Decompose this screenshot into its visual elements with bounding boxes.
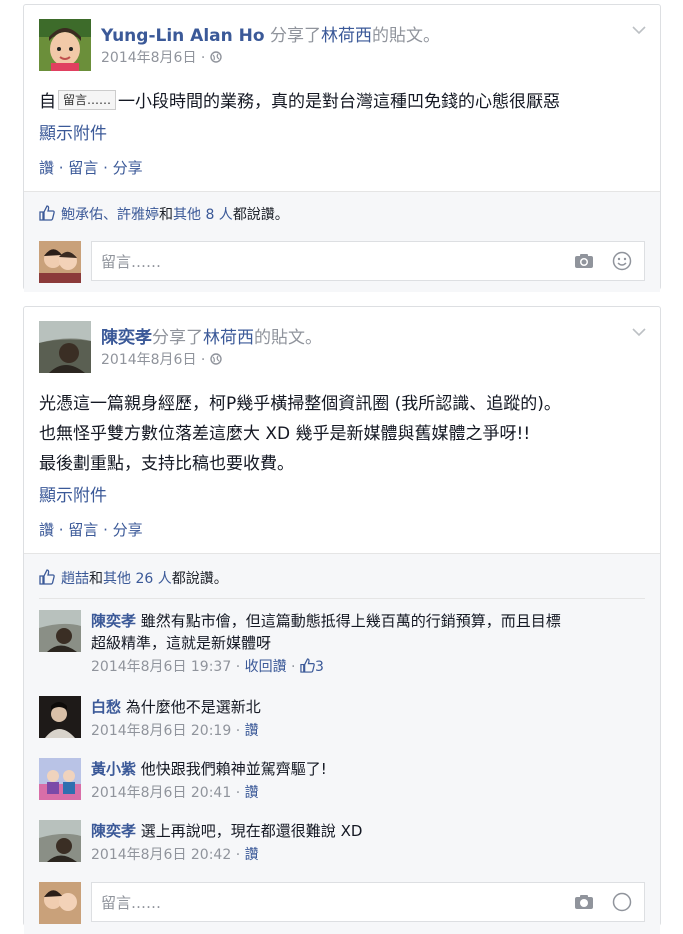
author-avatar[interactable] — [39, 19, 91, 71]
comment-text: 選上再說吧，現在都還很難說 XD — [140, 822, 363, 840]
commenter-name[interactable]: 黃小紫 — [91, 760, 136, 778]
like-link[interactable]: 讚 — [245, 723, 259, 739]
comment-text: 他快跟我們賴神並駕齊驅了! — [140, 760, 327, 778]
post-body-line: 也無怪乎雙方數位落差這麼大 XD 幾乎是新媒體與舊媒體之爭呀!! — [39, 424, 531, 444]
post-body: 自留言…… 一小段時間的業務，真的是對台灣這種凹免錢的心態很厭惡 — [39, 87, 645, 117]
comment: 白愁 為什麼他不是選新北 2014年8月6日 20:19 · 讚 — [91, 696, 630, 742]
likes-suffix: 都說讚。 — [232, 207, 289, 223]
emoji-icon[interactable] — [612, 251, 632, 275]
commenter-name[interactable]: 陳奕孝 — [91, 822, 136, 840]
comment-time[interactable]: 2014年8月6日 20:42 — [91, 847, 231, 863]
shared-suffix: 的貼文。 — [254, 328, 322, 348]
globe-icon — [210, 50, 222, 66]
chevron-down-icon[interactable] — [632, 23, 646, 39]
unlike-link[interactable]: 收回讚 — [245, 659, 287, 675]
likes-names[interactable]: 鮑承佑、許雅婷 — [61, 207, 159, 223]
post-meta: 2014年8月6日 · — [101, 349, 222, 369]
author-avatar[interactable] — [39, 321, 91, 373]
chevron-down-icon[interactable] — [632, 325, 646, 341]
shared-text: 分享了 — [152, 328, 203, 348]
show-attachment-link[interactable]: 顯示附件 — [39, 481, 107, 506]
post-feedback-area: 鮑承佑、許雅婷和其他 8 人都說讚。 留言…… — [24, 191, 660, 292]
commenter-name[interactable]: 白愁 — [91, 698, 121, 716]
show-attachment-link[interactable]: 顯示附件 — [39, 119, 107, 144]
comment-tooltip: 留言…… — [58, 90, 117, 110]
post-date[interactable]: 2014年8月6日 — [101, 352, 196, 368]
comment-input[interactable]: 留言…… — [91, 882, 645, 922]
likes-others[interactable]: 其他 26 人 — [103, 571, 172, 587]
likes-and: 和 — [159, 207, 173, 223]
post-date[interactable]: 2014年8月6日 — [101, 50, 196, 66]
post-header: 陳奕孝分享了林荷西的貼文。 2014年8月6日 · — [39, 321, 645, 373]
camera-icon[interactable] — [574, 894, 594, 914]
likes-and: 和 — [89, 571, 103, 587]
likes-suffix: 都說讚。 — [171, 571, 228, 587]
post-actions[interactable]: 讚 · 留言 · 分享 — [39, 157, 143, 178]
comment-meta: 2014年8月6日 20:19 · 讚 — [91, 723, 259, 739]
likes-summary: 趙喆和其他 26 人都說讚。 — [39, 568, 228, 589]
shared-target[interactable]: 林荷西 — [321, 26, 372, 46]
post-header-title: 陳奕孝分享了林荷西的貼文。 — [101, 323, 322, 348]
comment-time[interactable]: 2014年8月6日 20:41 — [91, 785, 231, 801]
comment-meta: 2014年8月6日 19:37 · 收回讚 · 3 — [91, 658, 324, 675]
comment-meta: 2014年8月6日 20:41 · 讚 — [91, 785, 259, 801]
post-body-line: 最後劃重點，支持比稿也要收費。 — [39, 454, 294, 474]
camera-icon[interactable] — [574, 253, 594, 273]
post-header-title: Yung-Lin Alan Ho 分享了林荷西的貼文。 — [101, 21, 440, 46]
likes-others[interactable]: 其他 8 人 — [173, 207, 233, 223]
divider — [39, 598, 645, 599]
post-header: Yung-Lin Alan Ho 分享了林荷西的貼文。 2014年8月6日 · — [39, 19, 645, 71]
author-name[interactable]: 陳奕孝 — [101, 328, 152, 348]
post-body-start: 自 — [39, 92, 56, 112]
like-count: 3 — [314, 659, 324, 675]
post-actions[interactable]: 讚 · 留言 · 分享 — [39, 519, 143, 540]
comment: 陳奕孝 雖然有點市儈，但這篇動態抵得上幾百萬的行銷預算，而且目標 超級精準，這就… — [91, 610, 630, 678]
post-card-1: Yung-Lin Alan Ho 分享了林荷西的貼文。 2014年8月6日 · … — [23, 4, 661, 292]
comment-text: 為什麼他不是選新北 — [125, 698, 261, 716]
comment-time[interactable]: 2014年8月6日 19:37 — [91, 659, 231, 675]
meta-separator: · — [196, 50, 210, 66]
author-name[interactable]: Yung-Lin Alan Ho — [101, 26, 265, 46]
commenter-avatar[interactable] — [39, 610, 81, 652]
commenter-avatar[interactable] — [39, 820, 81, 862]
like-icon — [300, 658, 315, 675]
comment-text: 超級精準，這就是新媒體呀 — [91, 634, 272, 652]
post-card-2: 陳奕孝分享了林荷西的貼文。 2014年8月6日 · 光憑這一篇親身經歷，柯P幾乎… — [23, 306, 661, 934]
comment: 陳奕孝 選上再說吧，現在都還很難說 XD 2014年8月6日 20:42 · 讚 — [91, 820, 630, 866]
viewer-avatar — [39, 882, 81, 924]
meta-separator: · — [196, 352, 210, 368]
commenter-name[interactable]: 陳奕孝 — [91, 612, 136, 630]
post-body-end: 一小段時間的業務，真的是對台灣這種凹免錢的心態很厭惡 — [118, 92, 561, 112]
like-icon — [39, 569, 55, 589]
shared-suffix: 的貼文。 — [371, 26, 440, 46]
comment-like-count[interactable]: 3 — [300, 658, 324, 675]
shared-text: 分享了 — [264, 26, 321, 46]
like-link[interactable]: 讚 — [245, 847, 259, 863]
shared-target[interactable]: 林荷西 — [203, 328, 254, 348]
comment-input[interactable]: 留言…… — [91, 241, 645, 281]
post-body: 光憑這一篇親身經歷，柯P幾乎橫掃整個資訊圈 (我所認識、追蹤的)。 也無怪乎雙方… — [39, 389, 645, 449]
comment-text: 雖然有點市儈，但這篇動態抵得上幾百萬的行銷預算，而且目標 — [140, 612, 561, 630]
comment-meta: 2014年8月6日 20:42 · 讚 — [91, 847, 259, 863]
comment-time[interactable]: 2014年8月6日 20:19 — [91, 723, 231, 739]
commenter-avatar[interactable] — [39, 758, 81, 800]
post-body-line: 光憑這一篇親身經歷，柯P幾乎橫掃整個資訊圈 (我所認識、追蹤的)。 — [39, 394, 561, 414]
emoji-icon[interactable] — [612, 892, 632, 916]
like-link[interactable]: 讚 — [245, 785, 259, 801]
likes-names[interactable]: 趙喆 — [61, 571, 89, 587]
post-feedback-area: 趙喆和其他 26 人都說讚。 陳奕孝 雖然有點市儈，但這篇動態抵得上幾百萬的行銷… — [24, 553, 660, 934]
like-icon — [39, 205, 55, 225]
commenter-avatar[interactable] — [39, 696, 81, 738]
likes-summary: 鮑承佑、許雅婷和其他 8 人都說讚。 — [39, 204, 289, 225]
comment-placeholder: 留言…… — [101, 253, 162, 271]
post-meta: 2014年8月6日 · — [101, 47, 222, 67]
comment: 黃小紫 他快跟我們賴神並駕齊驅了! 2014年8月6日 20:41 · 讚 — [91, 758, 630, 804]
globe-icon — [210, 352, 222, 368]
comment-placeholder: 留言…… — [101, 894, 162, 912]
viewer-avatar — [39, 241, 81, 283]
